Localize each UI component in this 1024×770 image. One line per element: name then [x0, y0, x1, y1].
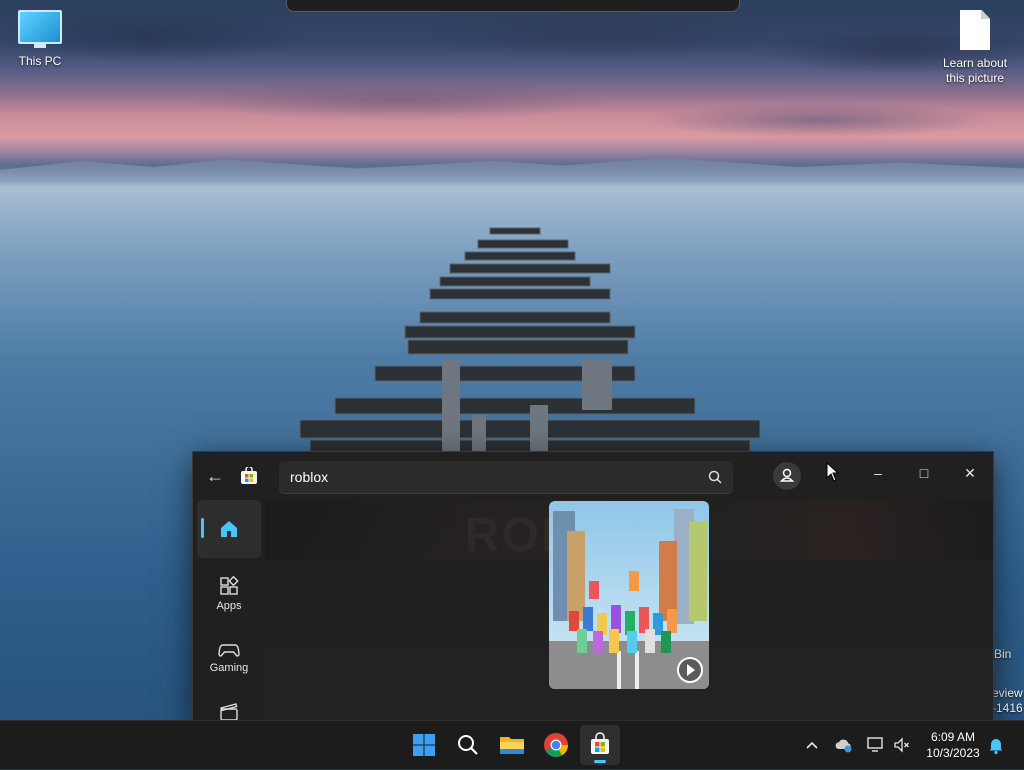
account-button[interactable]	[773, 462, 801, 490]
store-logo-icon	[241, 467, 257, 484]
watermark-build-partial: -1416	[992, 701, 1023, 715]
nav-gaming[interactable]: Gaming	[197, 624, 261, 682]
show-hidden-icons-button[interactable]	[802, 735, 822, 755]
mouse-cursor-icon	[826, 462, 840, 482]
onedrive-cloud-icon	[835, 739, 852, 753]
nav-movies[interactable]	[197, 686, 261, 722]
chevron-up-icon	[806, 741, 818, 749]
file-explorer-icon	[500, 737, 524, 754]
document-icon	[960, 10, 990, 50]
home-icon	[221, 521, 237, 537]
close-button[interactable]: ✕	[947, 458, 993, 488]
learn-about-picture-label: Learn about this picture	[942, 56, 1008, 85]
clock-date: 10/3/2023	[926, 746, 980, 760]
microsoft-store-icon	[591, 732, 609, 754]
monitor-icon	[18, 10, 62, 48]
microsoft-store-window: ← roblox – □ ✕ Apps Gaming	[192, 451, 994, 723]
sidebar-nav: Apps Gaming	[193, 500, 265, 722]
search-input-value: roblox	[290, 469, 329, 485]
microsoft-store-button[interactable]	[580, 725, 620, 765]
nav-apps-label: Apps	[216, 600, 242, 612]
volume-muted-icon	[894, 737, 909, 753]
roblox-trailer-thumbnail[interactable]	[549, 501, 709, 689]
nav-apps[interactable]: Apps	[197, 562, 261, 620]
clock[interactable]: 6:09 AM 10/3/2023	[918, 729, 988, 761]
movies-icon	[220, 703, 238, 721]
nav-home[interactable]	[197, 500, 261, 558]
chrome-button[interactable]	[536, 725, 576, 765]
minimize-button[interactable]: –	[855, 458, 901, 488]
network-tray-button[interactable]	[866, 735, 886, 755]
file-explorer-button[interactable]	[492, 725, 532, 765]
clock-time: 6:09 AM	[930, 730, 976, 744]
search-input[interactable]: roblox	[279, 461, 733, 494]
this-pc-desktop-icon[interactable]: This PC	[0, 10, 80, 68]
user-icon	[779, 468, 795, 482]
chrome-icon	[544, 733, 568, 758]
watermark-preview-partial: eview	[992, 686, 1023, 700]
recycle-bin-label-partial: Bin	[994, 647, 1012, 661]
play-trailer-button[interactable]	[677, 657, 703, 683]
onedrive-tray-button[interactable]	[834, 735, 854, 755]
start-button[interactable]	[404, 725, 444, 765]
volume-tray-button[interactable]	[892, 735, 912, 755]
taskbar: 6:09 AM 10/3/2023	[0, 720, 1024, 769]
search-icon	[458, 735, 478, 755]
apps-icon	[220, 576, 239, 595]
active-indicator	[201, 518, 204, 538]
snap-layout-bar[interactable]	[286, 0, 740, 12]
title-bar: ← roblox – □ ✕	[193, 452, 993, 500]
gamepad-icon	[218, 644, 240, 657]
maximize-button[interactable]: □	[901, 458, 947, 488]
running-indicator	[594, 760, 606, 763]
windows-start-icon	[413, 734, 435, 756]
network-icon	[867, 737, 883, 752]
search-icon[interactable]	[707, 469, 723, 485]
notifications-button[interactable]	[986, 735, 1006, 755]
this-pc-label: This PC	[18, 54, 62, 68]
taskbar-search-button[interactable]	[448, 725, 488, 765]
bell-icon	[989, 739, 1003, 755]
learn-about-picture-desktop-icon[interactable]: Learn about this picture	[935, 10, 1015, 86]
main-content: ROBLOX	[265, 500, 993, 722]
nav-gaming-label: Gaming	[209, 662, 249, 674]
wallpaper-pier	[299, 227, 761, 455]
back-button[interactable]: ←	[205, 466, 225, 486]
